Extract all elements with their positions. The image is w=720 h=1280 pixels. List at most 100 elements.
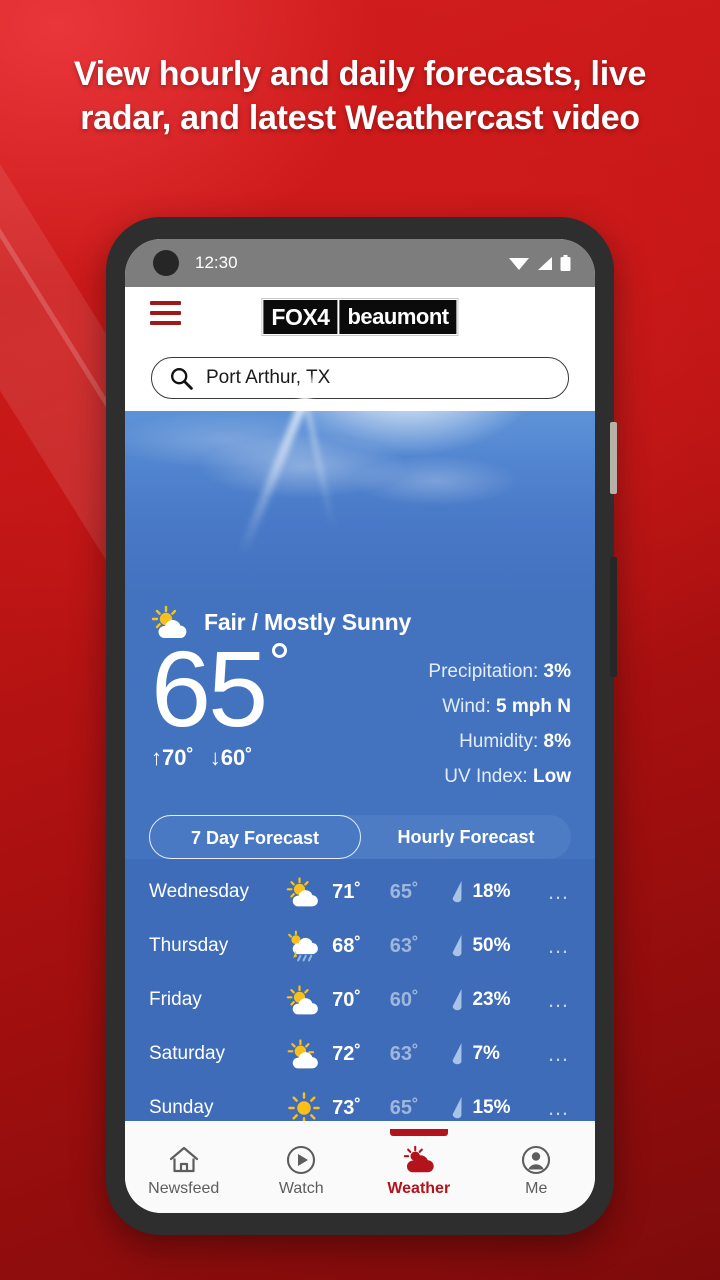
search-icon [171, 367, 193, 390]
nav-item-newsfeed[interactable]: Newsfeed [125, 1137, 243, 1198]
forecast-low: 63˚ [389, 934, 419, 957]
home-icon [169, 1146, 198, 1172]
raindrop-icon [453, 881, 462, 903]
row-more-options-icon[interactable]: … [547, 1043, 571, 1065]
forecast-day: Saturday [149, 1043, 226, 1064]
stat-humidity: Humidity: 8% [428, 731, 571, 753]
raindrop-icon [453, 1097, 462, 1119]
hamburger-menu-icon[interactable] [150, 301, 181, 325]
forecast-high: 73˚ [332, 1096, 361, 1119]
forecast-low: 63˚ [389, 1042, 419, 1065]
table-row[interactable]: Friday 70˚ 60˚ 23% … [125, 973, 595, 1027]
forecast-high: 71˚ [332, 880, 361, 903]
forecast-day: Thursday [149, 935, 229, 956]
nav-label-watch: Watch [278, 1179, 324, 1197]
stat-precipitation: Precipitation: 3% [428, 661, 571, 683]
phone-volume-button[interactable] [610, 422, 617, 494]
row-more-options-icon[interactable]: … [547, 1097, 571, 1119]
nav-label-newsfeed: Newsfeed [148, 1179, 220, 1197]
forecast-precip-value: 7% [472, 1043, 500, 1064]
forecast-day: Sunday [149, 1097, 214, 1118]
forecast-precipitation: 7% [451, 1042, 547, 1066]
promo-headline: View hourly and daily forecasts, live ra… [0, 52, 720, 140]
stat-wind-value: 5 mph N [496, 696, 571, 717]
phone-screen: 12:30 FOX4 beaumont Port Arthur, TX Fair… [125, 239, 595, 1213]
stat-humidity-value: 8% [543, 731, 571, 752]
stat-uv-index-label: UV Index: [444, 766, 528, 787]
raindrop-icon [453, 935, 462, 957]
forecast-tab-group: 7 Day Forecast Hourly Forecast [149, 815, 571, 859]
play-icon [287, 1145, 316, 1174]
nav-label-me: Me [525, 1179, 548, 1197]
stat-wind-label: Wind: [442, 696, 491, 717]
sky-hero-image [125, 376, 595, 595]
forecast-precipitation: 18% [451, 880, 547, 904]
sun-icon [276, 1092, 332, 1124]
current-high: ↑70˚ [151, 745, 194, 770]
seven-day-forecast-list: Wednesday 71˚ 65˚ 18% … Thursday 68˚ 63˚… [125, 859, 595, 1135]
stat-precipitation-value: 3% [543, 661, 571, 682]
cloud-sun-icon [403, 1145, 434, 1172]
forecast-precipitation: 23% [451, 988, 547, 1012]
app-header: FOX4 beaumont [125, 287, 595, 345]
tab-7-day-forecast[interactable]: 7 Day Forecast [149, 815, 361, 859]
tab-hourly-forecast[interactable]: Hourly Forecast [361, 815, 571, 859]
forecast-low: 65˚ [389, 1096, 419, 1119]
current-stats-column: Precipitation: 3% Wind: 5 mph N Humidity… [428, 637, 571, 801]
stat-wind: Wind: 5 mph N [428, 696, 571, 718]
search-input[interactable]: Port Arthur, TX [151, 357, 569, 399]
active-tab-indicator [389, 1128, 448, 1136]
sun-behind-cloud-icon [276, 984, 332, 1016]
nav-item-me[interactable]: Me [478, 1137, 596, 1198]
status-bar-system-icons [509, 239, 571, 287]
forecast-precipitation: 50% [451, 934, 547, 958]
row-more-options-icon[interactable]: … [547, 989, 571, 1011]
forecast-day: Wednesday [149, 881, 249, 902]
table-row[interactable]: Wednesday 71˚ 65˚ 18% … [125, 865, 595, 919]
status-bar: 12:30 [125, 239, 595, 287]
wifi-icon [509, 257, 529, 270]
cell-signal-icon [538, 256, 552, 270]
forecast-day: Friday [149, 989, 202, 1010]
headline-line-2: radar, and latest Weathercast video [80, 99, 640, 137]
sun-behind-cloud-icon [276, 876, 332, 908]
phone-power-button[interactable] [610, 557, 617, 677]
status-bar-clock: 12:30 [195, 253, 238, 272]
forecast-low: 60˚ [389, 988, 419, 1011]
degree-symbol-icon [272, 643, 288, 658]
battery-icon [560, 255, 571, 271]
forecast-precip-value: 18% [472, 881, 511, 902]
current-temperature-block: 65 ↑70˚ ↓60˚ [151, 628, 288, 771]
nav-label-weather: Weather [387, 1179, 451, 1197]
fox4-beaumont-logo[interactable]: FOX4 beaumont [261, 298, 459, 336]
person-icon [522, 1145, 551, 1174]
current-temperature: 65 [151, 628, 268, 749]
stat-humidity-label: Humidity: [459, 731, 539, 752]
search-bar-container: Port Arthur, TX [125, 345, 595, 411]
bottom-navigation-bar: Newsfeed Watch Weather Me [125, 1121, 595, 1213]
forecast-precipitation: 15% [451, 1096, 547, 1120]
current-conditions-panel: Fair / Mostly Sunny 65 ↑70˚ ↓60˚ Precipi… [125, 595, 595, 859]
forecast-high: 72˚ [332, 1042, 361, 1065]
row-more-options-icon[interactable]: … [547, 881, 571, 903]
nav-item-weather[interactable]: Weather [360, 1128, 478, 1198]
logo-primary-text: FOX4 [263, 300, 338, 334]
forecast-precip-value: 15% [472, 1097, 511, 1118]
current-low: ↓60˚ [209, 745, 253, 770]
forecast-precip-value: 50% [472, 935, 511, 956]
raindrop-icon [453, 1043, 462, 1065]
stat-uv-index: UV Index: Low [428, 766, 571, 788]
stat-precipitation-label: Precipitation: [428, 661, 539, 682]
stat-uv-index-value: Low [533, 766, 571, 787]
forecast-low: 65˚ [389, 880, 419, 903]
current-main-row: 65 ↑70˚ ↓60˚ Precipitation: 3% Wind: 5 m… [125, 628, 595, 801]
row-more-options-icon[interactable]: … [547, 935, 571, 957]
sun-behind-cloud-icon [276, 1038, 332, 1070]
nav-item-watch[interactable]: Watch [243, 1137, 361, 1198]
headline-line-1: View hourly and daily forecasts, live [73, 55, 647, 93]
forecast-high: 68˚ [332, 934, 361, 957]
table-row[interactable]: Saturday 72˚ 63˚ 7% … [125, 1027, 595, 1081]
forecast-precip-value: 23% [472, 989, 511, 1010]
table-row[interactable]: Thursday 68˚ 63˚ 50% … [125, 919, 595, 973]
rain-cloud-sun-icon [276, 930, 332, 962]
